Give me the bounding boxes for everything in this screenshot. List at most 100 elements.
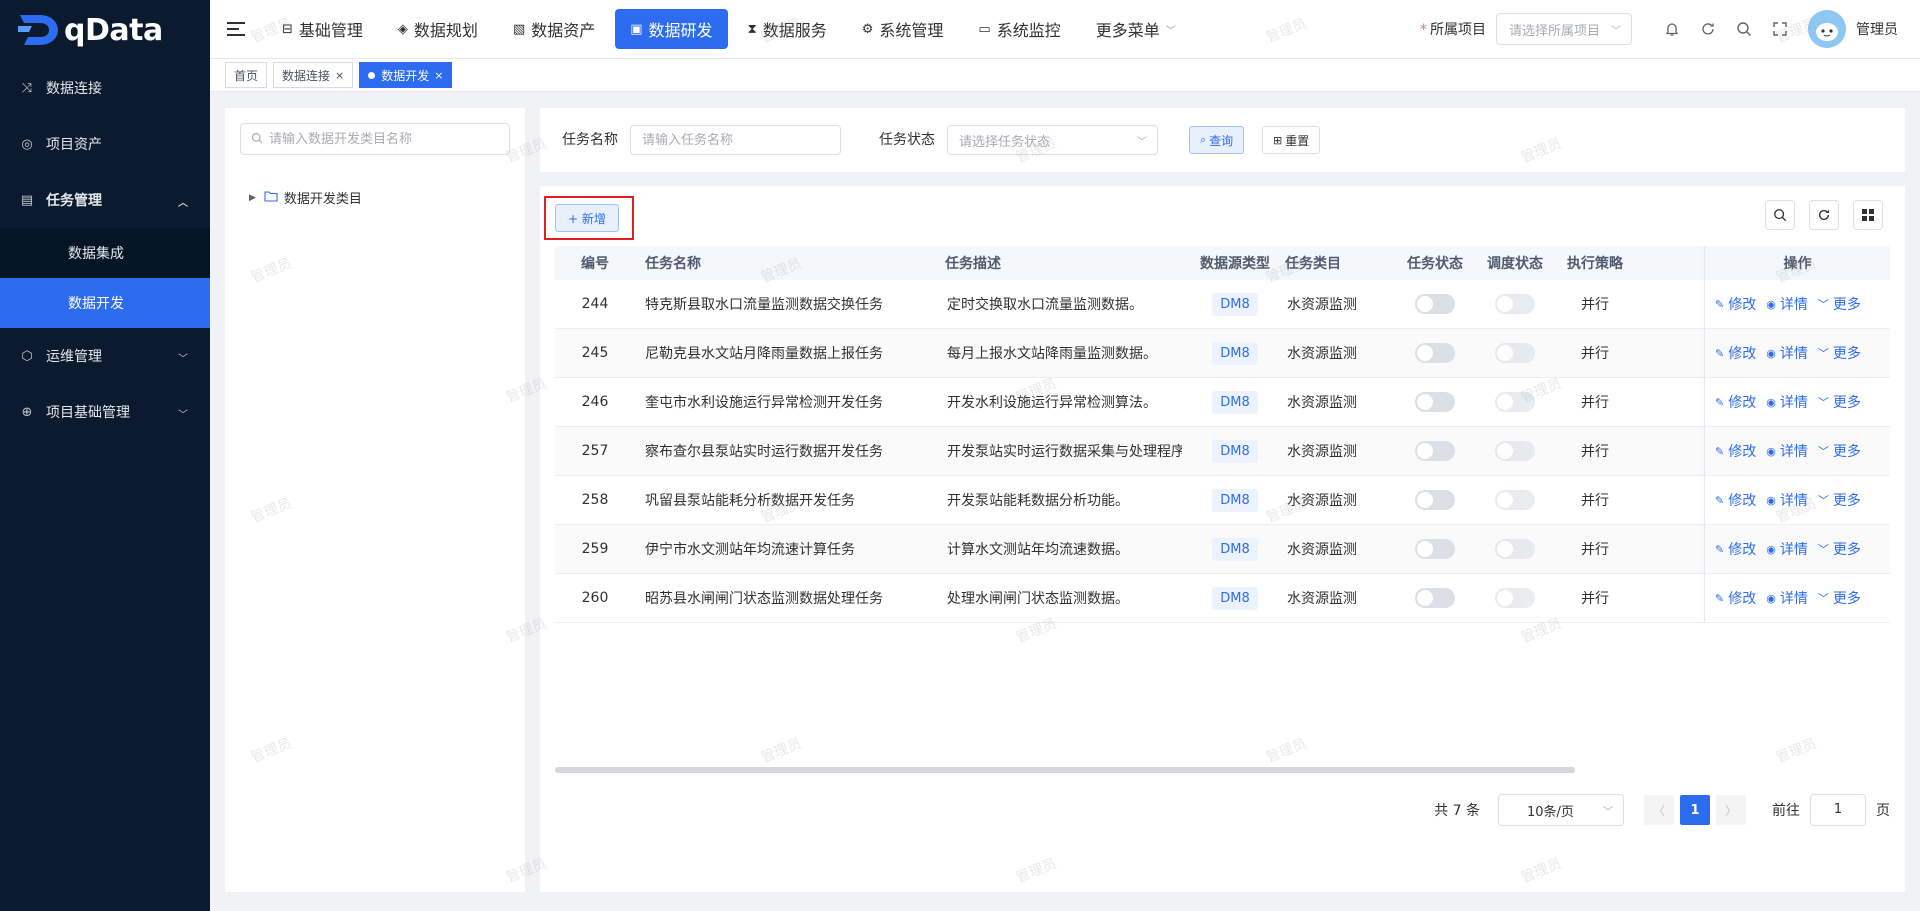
cell-source-type: DM8 [1185,329,1285,377]
detail-link[interactable]: ◉ 详情 [1766,490,1808,510]
more-link[interactable]: ﹀ 更多 [1818,343,1861,363]
page-number-current[interactable]: 1 [1680,795,1710,825]
task-status-switch[interactable] [1415,392,1455,412]
more-link[interactable]: ﹀ 更多 [1818,539,1861,559]
toggle-search-button[interactable] [1765,200,1795,230]
schedule-status-switch[interactable] [1495,392,1535,412]
refresh-table-button[interactable] [1809,200,1839,230]
sidebar-item-project-assets[interactable]: ◎ 项目资产 [0,116,210,172]
horizontal-scrollbar[interactable] [555,766,1890,774]
nav-data-services[interactable]: ⧗ 数据服务 [733,9,842,49]
query-button-label: 查询 [1209,133,1234,148]
chevron-down-icon: ﹀ [178,410,188,421]
sidebar-item-label: 项目基础管理 [46,405,130,421]
schedule-status-switch[interactable] [1495,490,1535,510]
sidebar-item-data-development[interactable]: 数据开发 [0,278,210,328]
more-link[interactable]: ﹀ 更多 [1818,294,1861,314]
refresh-icon[interactable] [1690,11,1726,47]
detail-link[interactable]: ◉ 详情 [1766,588,1808,608]
schedule-status-switch[interactable] [1495,588,1535,608]
layers-icon: ◈ [397,21,408,37]
sidebar-item-data-integration[interactable]: 数据集成 [0,228,210,278]
scrollbar-thumb[interactable] [555,767,1575,773]
category-search [240,123,510,155]
search-icon[interactable] [1726,11,1762,47]
sidebar-item-ops-management[interactable]: ⬡ 运维管理 ﹀ [0,328,210,384]
detail-link[interactable]: ◉ 详情 [1766,294,1808,314]
goto-page-input[interactable]: 1 [1810,794,1866,826]
task-status-placeholder: 请选择任务状态 [959,134,1051,150]
more-link[interactable]: ﹀ 更多 [1818,441,1861,461]
page-size-select[interactable]: 10条/页 ﹀ [1498,794,1624,826]
close-icon[interactable]: × [434,69,443,82]
cell-actions: ✎ 修改 ◉ 详情 ﹀ 更多 [1715,329,1895,377]
bell-icon[interactable] [1654,11,1690,47]
chevron-right-icon: 〉 [1724,803,1737,818]
nav-basic-management[interactable]: ⊟ 基础管理 [267,9,378,49]
nav-data-rd[interactable]: ▣ 数据研发 [615,9,728,49]
nav-more-menu[interactable]: 更多菜单 ﹀ [1081,9,1191,49]
schedule-status-switch[interactable] [1495,539,1535,559]
user-name[interactable]: 管理员 [1856,19,1898,39]
cell-category: 水资源监测 [1287,297,1357,313]
more-link[interactable]: ﹀ 更多 [1818,588,1861,608]
more-link[interactable]: ﹀ 更多 [1818,490,1861,510]
task-status-switch[interactable] [1415,539,1455,559]
sidebar-item-project-base[interactable]: ⊕ 项目基础管理 ﹀ [0,384,210,440]
prev-page-button[interactable]: 〈 [1644,795,1674,825]
more-link[interactable]: ﹀ 更多 [1818,392,1861,412]
more-label: 更多 [1832,493,1861,509]
cell-strategy: 并行 [1581,493,1609,509]
detail-link[interactable]: ◉ 详情 [1766,343,1808,363]
detail-link[interactable]: ◉ 详情 [1766,539,1808,559]
column-settings-button[interactable] [1853,200,1883,230]
sidebar-item-task-management[interactable]: ▤ 任务管理 ︿ [0,172,210,228]
detail-link[interactable]: ◉ 详情 [1766,392,1808,412]
close-icon[interactable]: × [335,69,344,82]
task-status-switch[interactable] [1415,441,1455,461]
task-status-switch[interactable] [1415,588,1455,608]
edit-link[interactable]: ✎ 修改 [1715,490,1756,510]
task-status-switch[interactable] [1415,294,1455,314]
edit-link[interactable]: ✎ 修改 [1715,294,1756,314]
nav-data-planning[interactable]: ◈ 数据规划 [383,9,493,49]
schedule-status-switch[interactable] [1495,294,1535,314]
schedule-status-switch[interactable] [1495,343,1535,363]
caret-right-icon[interactable]: ▶ [249,193,256,203]
tab-home[interactable]: 首页 [225,62,268,88]
grid-icon [1862,209,1874,221]
detail-link[interactable]: ◉ 详情 [1766,441,1808,461]
sidebar-item-data-connection[interactable]: ⤨ 数据连接 [0,60,210,116]
nav-system-monitor[interactable]: ▭ 系统监控 [963,9,1075,49]
total-count: 共 7 条 [1434,803,1480,819]
logo-text: qData [64,12,163,48]
edit-link[interactable]: ✎ 修改 [1715,441,1756,461]
edit-link[interactable]: ✎ 修改 [1715,539,1756,559]
query-button[interactable]: ⌕ 查询 [1189,126,1245,154]
reset-button[interactable]: ⊞ 重置 [1262,126,1321,154]
edit-link[interactable]: ✎ 修改 [1715,392,1756,412]
tree-node-root[interactable]: ▶ 数据开发类目 [249,188,362,207]
edit-link[interactable]: ✎ 修改 [1715,588,1756,608]
tab-data-connection[interactable]: 数据连接 × [273,62,354,88]
task-name-input[interactable] [642,132,802,148]
tabs-bar: 首页 数据连接 × 数据开发 × [210,58,1920,92]
schedule-status-switch[interactable] [1495,441,1535,461]
avatar[interactable] [1808,10,1846,48]
menu-toggle-icon[interactable] [227,21,245,37]
category-search-input[interactable] [269,131,499,147]
task-status-switch[interactable] [1415,490,1455,510]
tab-data-development[interactable]: 数据开发 × [359,62,453,88]
cell-actions: ✎ 修改 ◉ 详情 ﹀ 更多 [1715,378,1895,426]
nav-system-management[interactable]: ⚙ 系统管理 [847,9,959,49]
fullscreen-icon[interactable] [1762,11,1798,47]
nav-data-assets[interactable]: ▧ 数据资产 [498,9,610,49]
task-status-switch[interactable] [1415,343,1455,363]
project-select[interactable]: 请选择所属项目 ﹀ [1496,13,1632,45]
task-status-select[interactable]: 请选择任务状态 ﹀ [947,125,1158,155]
cell-actions: ✎ 修改 ◉ 详情 ﹀ 更多 [1715,280,1895,328]
edit-link[interactable]: ✎ 修改 [1715,343,1756,363]
add-button[interactable]: + 新增 [555,204,619,232]
next-page-button[interactable]: 〉 [1716,795,1746,825]
category-tree-panel: ▶ 数据开发类目 [225,108,525,892]
